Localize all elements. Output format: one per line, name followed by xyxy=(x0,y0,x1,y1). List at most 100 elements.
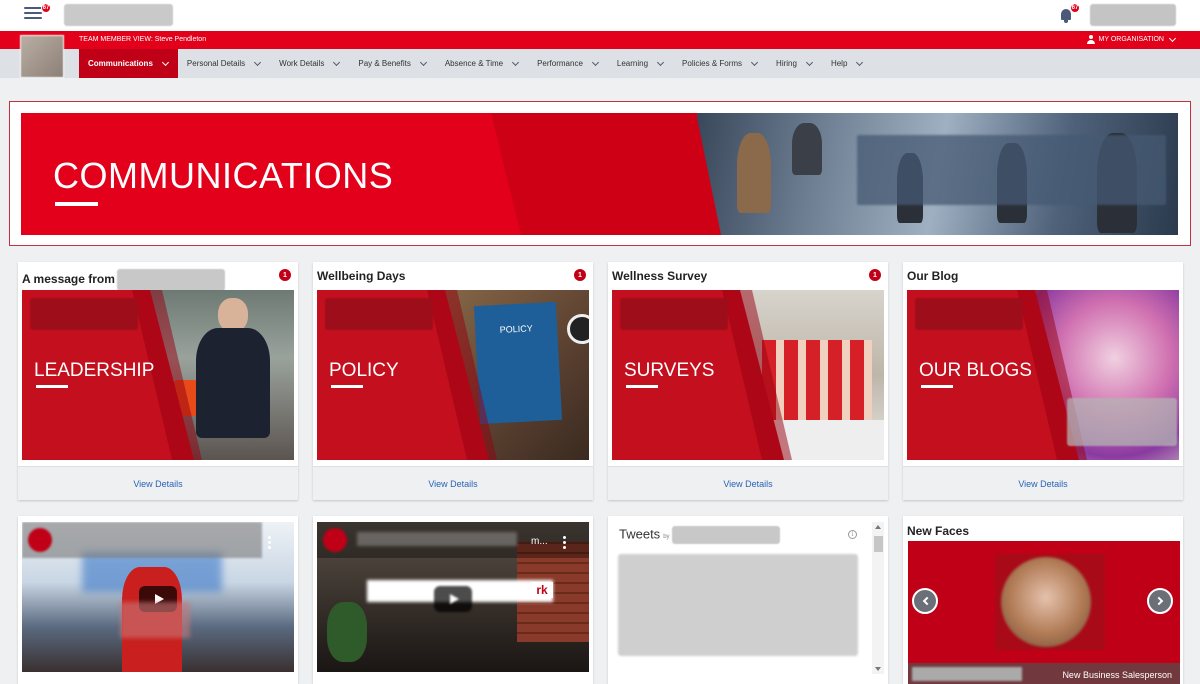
coffee-cup xyxy=(567,314,589,344)
redacted-name xyxy=(116,269,225,291)
carousel-prev-button[interactable] xyxy=(912,588,938,614)
chevron-down-icon xyxy=(656,58,665,66)
image-underline xyxy=(921,385,953,388)
main-nav: Communications Personal Details Work Det… xyxy=(79,49,872,78)
tweets-scrollbar[interactable] xyxy=(872,522,884,674)
play-button[interactable] xyxy=(434,586,472,612)
team-member-view-label: TEAM MEMBER VIEW: Steve Pendleton xyxy=(79,36,207,43)
chevron-down-icon xyxy=(1168,34,1177,42)
video-card-1 xyxy=(18,516,298,684)
view-details-link[interactable]: View Details xyxy=(428,479,477,489)
info-icon[interactable]: i xyxy=(848,530,857,539)
card-badge: 1 xyxy=(574,269,586,281)
nav-item-label: Help xyxy=(830,59,848,68)
hamburger-menu-icon[interactable] xyxy=(24,7,42,21)
nav-item-label: Hiring xyxy=(776,59,797,68)
image-label: POLICY xyxy=(329,360,399,381)
book-title: POLICY xyxy=(499,323,533,335)
card-footer: View Details xyxy=(313,466,593,500)
chevron-down-icon xyxy=(254,58,262,66)
my-organisation-label: MY ORGANISATION xyxy=(1098,36,1164,43)
scroll-down-icon[interactable] xyxy=(875,667,881,671)
hero-banner: COMMUNICATIONS xyxy=(21,113,1178,235)
nav-item-policies-forms[interactable]: Policies & Forms xyxy=(673,49,767,78)
chevron-down-icon xyxy=(805,58,813,66)
view-details-link[interactable]: View Details xyxy=(133,479,182,489)
man-head xyxy=(218,298,248,332)
policy-book: POLICY xyxy=(473,301,563,425)
view-details-link[interactable]: View Details xyxy=(1018,479,1067,489)
video-title: m... xyxy=(531,536,548,547)
carousel-next-button[interactable] xyxy=(1147,588,1173,614)
nav-item-help[interactable]: Help xyxy=(822,49,872,78)
image-underline xyxy=(626,385,658,388)
card-title: Wellbeing Days xyxy=(317,269,406,283)
view-details-link[interactable]: View Details xyxy=(723,479,772,489)
person-icon xyxy=(1086,35,1095,44)
redacted-handle xyxy=(671,526,780,544)
scroll-up-icon[interactable] xyxy=(875,525,881,529)
video-card-2: m... rk xyxy=(313,516,593,684)
video-player[interactable]: m... rk xyxy=(317,522,589,672)
new-faces-card: New Faces New Business Salesperson xyxy=(903,516,1183,684)
video-player[interactable] xyxy=(22,522,294,672)
nav-item-communications[interactable]: Communications xyxy=(79,49,178,78)
nav-item-pay-benefits[interactable]: Pay & Benefits xyxy=(349,49,435,78)
scroll-thumb[interactable] xyxy=(874,536,883,552)
more-options-icon[interactable] xyxy=(268,536,272,550)
hero-title: COMMUNICATIONS xyxy=(53,155,394,196)
nav-item-absence-time[interactable]: Absence & Time xyxy=(436,49,528,78)
hero-underline xyxy=(55,202,98,206)
leadership-image[interactable]: LEADERSHIP xyxy=(22,290,294,460)
channel-avatar xyxy=(28,528,52,552)
policy-image[interactable]: POLICY POLICY xyxy=(317,290,589,460)
card-footer: View Details xyxy=(18,466,298,500)
tweets-header: Tweets by xyxy=(619,526,780,544)
redacted-name xyxy=(912,667,1022,681)
nav-item-learning[interactable]: Learning xyxy=(608,49,673,78)
redacted-overlay xyxy=(120,602,190,638)
tweet-content[interactable] xyxy=(618,554,858,656)
avatar[interactable] xyxy=(20,35,64,78)
blogs-image[interactable]: OUR BLOGS xyxy=(907,290,1179,460)
chevron-down-icon xyxy=(591,58,599,66)
card-title: New Faces xyxy=(907,524,970,538)
nav-item-label: Absence & Time xyxy=(444,59,504,68)
chevron-down-icon xyxy=(161,58,169,66)
redacted-tag xyxy=(30,298,138,330)
redacted-tag xyxy=(620,298,728,330)
chevron-down-icon xyxy=(333,58,341,66)
new-faces-carousel: New Business Salesperson xyxy=(908,541,1180,684)
nav-item-personal-details[interactable]: Personal Details xyxy=(178,49,270,78)
chevron-down-icon xyxy=(512,58,520,66)
nav-item-work-details[interactable]: Work Details xyxy=(270,49,349,78)
nav-item-label: Work Details xyxy=(279,59,325,68)
nav-item-hiring[interactable]: Hiring xyxy=(767,49,822,78)
card-wellbeing-days: Wellbeing Days 1 POLICY POLICY View Deta… xyxy=(313,262,593,500)
channel-avatar xyxy=(323,528,347,552)
nav-item-performance[interactable]: Performance xyxy=(528,49,608,78)
top-header: 67 67 xyxy=(0,0,1200,31)
redacted-tag xyxy=(915,298,1023,330)
company-logo[interactable] xyxy=(64,4,173,26)
more-options-icon[interactable] xyxy=(563,536,567,550)
new-face-role: New Business Salesperson xyxy=(1062,670,1172,680)
bell-icon[interactable] xyxy=(1061,9,1071,23)
image-label: LEADERSHIP xyxy=(34,360,155,381)
my-organisation-link[interactable]: MY ORGANISATION xyxy=(1086,34,1177,44)
redacted-title xyxy=(357,532,517,546)
nav-item-label: Policies & Forms xyxy=(682,59,743,68)
image-label: OUR BLOGS xyxy=(919,360,1032,381)
card-footer: View Details xyxy=(903,466,1183,500)
card-title: Wellness Survey xyxy=(612,269,708,283)
chevron-down-icon xyxy=(751,58,759,66)
sign-text: rk xyxy=(531,582,553,598)
nav-item-label: Performance xyxy=(537,59,583,68)
card-our-blog: Our Blog OUR BLOGS View Details xyxy=(903,262,1183,500)
surveys-image[interactable]: SURVEYS xyxy=(612,290,884,460)
card-title: Our Blog xyxy=(907,269,959,283)
user-menu[interactable] xyxy=(1090,4,1176,26)
chevron-down-icon xyxy=(856,58,864,66)
tweets-by: by xyxy=(663,534,670,541)
card-wellness-survey: Wellness Survey 1 SURVEYS View Details xyxy=(608,262,888,500)
